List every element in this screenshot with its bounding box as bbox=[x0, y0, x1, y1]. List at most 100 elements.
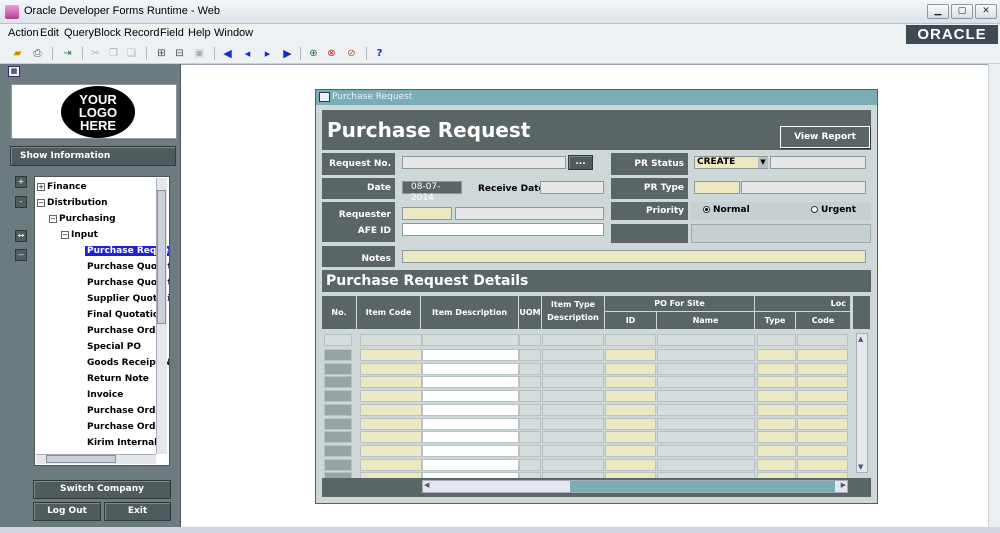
loc-code-cell[interactable] bbox=[797, 458, 848, 471]
receive-date-field[interactable] bbox=[540, 181, 604, 194]
site-id-cell[interactable] bbox=[605, 458, 656, 471]
next-block-icon[interactable]: ▶ bbox=[280, 46, 295, 61]
request-no-field[interactable] bbox=[402, 156, 566, 169]
row-number-cell[interactable] bbox=[324, 349, 352, 361]
item-code-cell[interactable] bbox=[360, 376, 422, 389]
uom-cell[interactable] bbox=[519, 458, 541, 471]
tree-toggle-icon[interactable]: − bbox=[61, 231, 69, 239]
previous-record-icon[interactable]: ◂ bbox=[240, 46, 255, 61]
item-code-cell[interactable] bbox=[360, 431, 422, 444]
log-out-button[interactable]: Log Out bbox=[33, 502, 101, 521]
switch-company-button[interactable]: Switch Company bbox=[33, 480, 171, 499]
grid-vertical-scrollbar[interactable]: ▲ ▼ bbox=[856, 333, 868, 473]
tree-node-purchasing[interactable]: − Purchasing bbox=[49, 214, 116, 224]
paste-icon[interactable]: ❏ bbox=[124, 46, 139, 61]
tree-node-special-po[interactable]: Special PO bbox=[87, 342, 141, 352]
site-id-cell[interactable] bbox=[605, 390, 656, 403]
menu-block[interactable]: Block bbox=[94, 27, 121, 39]
enter-query-icon[interactable]: ⊞ bbox=[154, 46, 169, 61]
cut-icon[interactable]: ✂ bbox=[88, 46, 103, 61]
item-description-cell[interactable] bbox=[422, 349, 519, 361]
menu-help[interactable]: Help bbox=[188, 27, 211, 39]
item-type-cell[interactable] bbox=[542, 403, 604, 416]
uom-cell[interactable] bbox=[519, 403, 541, 416]
expand-button[interactable]: + bbox=[15, 176, 27, 188]
tree-node-final-quotation[interactable]: Final Quotation bbox=[87, 310, 166, 320]
loc-code-cell[interactable] bbox=[797, 390, 848, 403]
radio-unselected-icon[interactable] bbox=[811, 206, 818, 213]
loc-type-cell[interactable] bbox=[757, 390, 796, 403]
loc-type-cell[interactable] bbox=[757, 403, 796, 416]
row-number-cell[interactable] bbox=[324, 458, 352, 471]
priority-normal-option[interactable]: Normal bbox=[703, 205, 750, 215]
item-type-cell[interactable] bbox=[542, 458, 604, 471]
maximize-button[interactable]: ▢ bbox=[951, 4, 973, 19]
loc-type-cell[interactable] bbox=[757, 444, 796, 457]
menu-record[interactable]: Record bbox=[124, 27, 159, 39]
row-number-cell[interactable] bbox=[324, 417, 352, 430]
tree-node-input[interactable]: − Input bbox=[61, 230, 98, 240]
menu-query[interactable]: Query bbox=[64, 27, 94, 39]
pr-status-description-field[interactable] bbox=[770, 156, 866, 169]
delete-record-icon[interactable]: ⊗ bbox=[324, 46, 339, 61]
minimize-button[interactable]: ▁ bbox=[927, 4, 949, 19]
tree-node-purchase-order[interactable]: Purchase Order bbox=[87, 326, 166, 336]
item-description-cell[interactable] bbox=[422, 444, 519, 457]
tree-toggle-icon[interactable]: + bbox=[37, 183, 45, 191]
help-icon[interactable]: ? bbox=[372, 46, 387, 61]
loc-type-cell[interactable] bbox=[757, 376, 796, 389]
chevron-down-icon[interactable]: ▼ bbox=[758, 157, 768, 168]
tree-toggle-icon[interactable]: − bbox=[49, 215, 57, 223]
item-code-cell[interactable] bbox=[360, 349, 422, 361]
tree-node-purchase-order[interactable]: Purchase Order bbox=[87, 406, 166, 416]
item-code-cell[interactable] bbox=[360, 403, 422, 416]
site-name-cell[interactable] bbox=[657, 444, 755, 457]
site-id-cell[interactable] bbox=[605, 349, 656, 361]
tree-vertical-scroll-thumb[interactable] bbox=[157, 190, 166, 324]
tree-node-purchase-order[interactable]: Purchase Order bbox=[87, 422, 166, 432]
item-description-cell[interactable] bbox=[422, 403, 519, 416]
tree-node-finance[interactable]: + Finance bbox=[37, 182, 87, 192]
menu-window[interactable]: Window bbox=[214, 27, 253, 39]
workspace-horizontal-scrollbar[interactable] bbox=[0, 527, 1000, 533]
menu-edit[interactable]: Edit bbox=[40, 27, 59, 39]
print-icon[interactable]: ⎙ bbox=[30, 46, 45, 61]
uom-cell[interactable] bbox=[519, 417, 541, 430]
item-description-cell[interactable] bbox=[422, 390, 519, 403]
menu-field[interactable]: Field bbox=[160, 27, 184, 39]
scroll-up-icon[interactable]: ▲ bbox=[858, 335, 863, 343]
item-type-cell[interactable] bbox=[542, 376, 604, 389]
menu-action[interactable]: Action bbox=[8, 27, 39, 39]
loc-code-cell[interactable] bbox=[797, 431, 848, 444]
uom-cell[interactable] bbox=[519, 349, 541, 361]
loc-code-cell[interactable] bbox=[797, 417, 848, 430]
site-name-cell[interactable] bbox=[657, 390, 755, 403]
afe-description-field[interactable] bbox=[691, 224, 871, 243]
scroll-down-icon[interactable]: ▼ bbox=[858, 463, 863, 471]
site-id-cell[interactable] bbox=[605, 403, 656, 416]
lock-record-icon[interactable]: ⊘ bbox=[344, 46, 359, 61]
collapse-all-button[interactable]: -- bbox=[15, 249, 27, 261]
site-name-cell[interactable] bbox=[657, 362, 755, 375]
collapse-button[interactable]: - bbox=[15, 196, 27, 208]
priority-urgent-option[interactable]: Urgent bbox=[811, 205, 856, 215]
site-name-cell[interactable] bbox=[657, 376, 755, 389]
grid-horizontal-scroll-thumb[interactable] bbox=[570, 481, 835, 492]
requester-name-field[interactable] bbox=[455, 207, 604, 220]
pr-type-code-field[interactable] bbox=[694, 181, 740, 194]
item-type-cell[interactable] bbox=[542, 390, 604, 403]
uom-cell[interactable] bbox=[519, 376, 541, 389]
request-no-lookup-button[interactable]: ... bbox=[568, 155, 593, 170]
pr-type-description-field[interactable] bbox=[741, 181, 866, 194]
item-description-cell[interactable] bbox=[422, 376, 519, 389]
radio-selected-icon[interactable] bbox=[703, 206, 710, 213]
scroll-right-icon[interactable]: ▶ bbox=[841, 481, 846, 489]
workspace-vertical-scrollbar[interactable] bbox=[988, 64, 1000, 527]
loc-type-cell[interactable] bbox=[757, 362, 796, 375]
tree-node-distribution[interactable]: − Distribution bbox=[37, 198, 108, 208]
row-number-cell[interactable] bbox=[324, 362, 352, 375]
site-name-cell[interactable] bbox=[657, 458, 755, 471]
insert-record-icon[interactable]: ⊕ bbox=[306, 46, 321, 61]
view-report-button[interactable]: View Report bbox=[780, 126, 870, 148]
item-description-cell[interactable] bbox=[422, 458, 519, 471]
